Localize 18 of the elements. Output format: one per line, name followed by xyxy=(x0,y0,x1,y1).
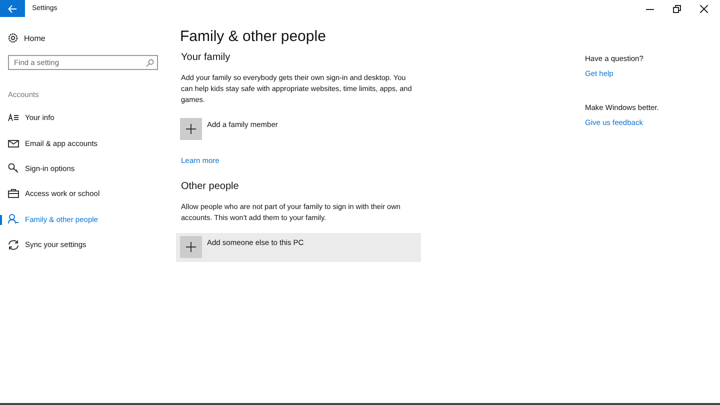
plus-icon xyxy=(180,118,202,140)
briefcase-icon xyxy=(8,189,19,198)
section-heading: Other people xyxy=(181,181,240,192)
search-icon xyxy=(146,58,154,66)
key-icon xyxy=(8,163,19,174)
page-title: Family & other people xyxy=(180,28,327,45)
plus-icon xyxy=(180,236,202,258)
gear-icon xyxy=(8,33,18,43)
person-icon xyxy=(8,214,19,224)
close-icon[interactable] xyxy=(700,4,708,12)
mail-icon xyxy=(8,138,19,148)
home-link[interactable]: Home xyxy=(0,30,176,46)
restore-icon[interactable] xyxy=(673,4,681,12)
sync-icon xyxy=(8,240,19,250)
back-arrow-icon xyxy=(8,4,17,12)
back-button[interactable] xyxy=(0,0,25,17)
contact-card-icon xyxy=(8,113,19,122)
section-heading: Your family xyxy=(181,52,232,63)
